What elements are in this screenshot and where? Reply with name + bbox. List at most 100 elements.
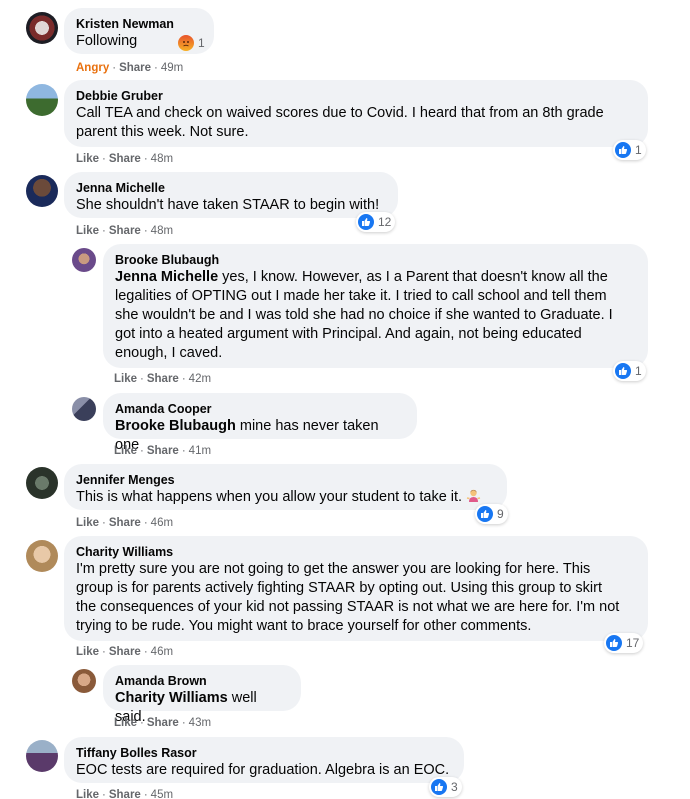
separator-dot: ·	[181, 445, 186, 457]
separator-dot: ·	[112, 62, 117, 74]
comment-bubble: Amanda Cooper Brooke Blubaugh mine has n…	[103, 393, 417, 453]
reacted-angry-button[interactable]: Angry	[76, 62, 109, 74]
comment-bubble: Amanda Brown Charity Williams well said.	[103, 665, 301, 725]
reaction-count: 1	[635, 364, 642, 378]
like-button[interactable]: Like	[76, 153, 99, 165]
like-button[interactable]: Like	[114, 373, 137, 385]
share-button[interactable]: Share	[147, 445, 179, 457]
share-button[interactable]: Share	[119, 62, 151, 74]
comment-author[interactable]: Brooke Blubaugh	[115, 252, 636, 268]
avatar[interactable]	[26, 467, 58, 499]
separator-dot: ·	[181, 373, 186, 385]
separator-dot: ·	[102, 517, 106, 529]
avatar[interactable]	[26, 540, 58, 572]
comment-text-line: the consequences of your kid not passing…	[76, 599, 620, 615]
like-button[interactable]: Like	[114, 445, 137, 457]
thumbs-up-icon	[615, 363, 631, 379]
comment-author[interactable]: Amanda Cooper	[115, 401, 405, 417]
like-button[interactable]: Like	[114, 717, 137, 729]
separator-dot: ·	[140, 445, 144, 457]
reaction-count: 17	[626, 636, 640, 650]
comment-bubble: Jenna Michelle She shouldn't have taken …	[64, 172, 398, 218]
comment-text: EOC tests are required for graduation. A…	[76, 762, 450, 778]
like-button[interactable]: Like	[76, 646, 99, 658]
comment-text-line: Jenna Michelle yes, I know. However, as …	[115, 268, 636, 287]
comment-text-line: legalities of OPTING out I made her take…	[115, 288, 607, 304]
comment-timestamp[interactable]: 46m	[151, 646, 173, 658]
comment-author[interactable]: Jennifer Menges	[76, 472, 495, 488]
share-button[interactable]: Share	[109, 646, 141, 658]
comment-timestamp[interactable]: 48m	[151, 153, 173, 165]
comment-bubble: Jennifer Menges This is what happens whe…	[64, 464, 507, 510]
mention-link[interactable]: Charity Williams	[115, 690, 228, 706]
separator-dot: ·	[102, 789, 106, 799]
reaction-count-badge[interactable]: 1	[613, 361, 646, 381]
avatar[interactable]	[26, 84, 58, 116]
reaction-count-badge[interactable]: 1	[178, 35, 205, 51]
share-button[interactable]: Share	[147, 717, 179, 729]
separator-dot: ·	[143, 646, 148, 658]
comment-author[interactable]: Charity Williams	[76, 544, 636, 560]
share-button[interactable]: Share	[109, 153, 141, 165]
like-button[interactable]: Like	[76, 517, 99, 529]
comment-actions: Like · Share · 46m	[76, 646, 173, 658]
separator-dot: ·	[140, 717, 144, 729]
mention-link[interactable]: Brooke Blubaugh	[115, 418, 236, 434]
reaction-count-badge[interactable]: 12	[356, 212, 396, 232]
comment-author[interactable]: Kristen Newman	[76, 16, 202, 32]
separator-dot: ·	[143, 517, 148, 529]
avatar[interactable]	[72, 669, 96, 693]
share-button[interactable]: Share	[109, 789, 141, 799]
comment-bubble: Charity Williams I'm pretty sure you are…	[64, 536, 648, 641]
comment-actions: Like · Share · 43m	[114, 717, 211, 729]
separator-dot: ·	[102, 153, 106, 165]
reaction-count-badge[interactable]: 17	[604, 633, 644, 653]
separator-dot: ·	[143, 153, 148, 165]
comment-actions: Like · Share · 48m	[76, 153, 173, 165]
comment-timestamp[interactable]: 46m	[151, 517, 173, 529]
comment-author[interactable]: Debbie Gruber	[76, 88, 636, 104]
share-button[interactable]: Share	[109, 225, 141, 237]
comment-text: This is what happens when you allow your…	[76, 488, 495, 507]
comment-text-line: enough, I caved.	[115, 345, 223, 361]
comment-text-line: trying to be rude. You might want to bra…	[76, 618, 532, 634]
reaction-count: 3	[451, 780, 458, 794]
comment-actions: Like · Share · 46m	[76, 517, 173, 529]
mention-link[interactable]: Jenna Michelle	[115, 269, 218, 285]
comment-timestamp[interactable]: 43m	[189, 717, 211, 729]
comment-timestamp[interactable]: 49m	[161, 62, 183, 74]
comment-actions: Like · Share · 41m	[114, 445, 211, 457]
comment-text-segment: This is what happens when you allow your…	[76, 489, 463, 505]
like-button[interactable]: Like	[76, 789, 99, 799]
comment-timestamp[interactable]: 45m	[151, 789, 173, 799]
reaction-count: 1	[198, 36, 205, 50]
reaction-count-badge[interactable]: 9	[475, 504, 508, 524]
like-button[interactable]: Like	[76, 225, 99, 237]
share-button[interactable]: Share	[109, 517, 141, 529]
comment-bubble: Brooke Blubaugh Jenna Michelle yes, I kn…	[103, 244, 648, 368]
comment-timestamp[interactable]: 48m	[151, 225, 173, 237]
separator-dot: ·	[140, 373, 144, 385]
avatar[interactable]	[26, 740, 58, 772]
reaction-count-badge[interactable]: 1	[613, 140, 646, 160]
share-button[interactable]: Share	[147, 373, 179, 385]
comment-bubble: Debbie Gruber Call TEA and check on waiv…	[64, 80, 648, 147]
comment-actions: Like · Share · 42m	[114, 373, 211, 385]
comment-text: She shouldn't have taken STAAR to begin …	[76, 197, 380, 213]
avatar[interactable]	[72, 248, 96, 272]
avatar[interactable]	[72, 397, 96, 421]
separator-dot: ·	[154, 62, 158, 74]
avatar[interactable]	[26, 12, 58, 44]
comment-text-line: she wouldn't be and I was told she had n…	[115, 307, 613, 323]
comment-timestamp[interactable]: 42m	[189, 373, 211, 385]
comment-author[interactable]: Jenna Michelle	[76, 180, 386, 196]
comment-author[interactable]: Amanda Brown	[115, 673, 289, 689]
comment-timestamp[interactable]: 41m	[189, 445, 211, 457]
comment-author[interactable]: Tiffany Bolles Rasor	[76, 745, 452, 761]
avatar[interactable]	[26, 175, 58, 207]
reaction-count-badge[interactable]: 3	[429, 777, 462, 797]
thumbs-up-icon	[431, 779, 447, 795]
comment-text-line: parent this week. Not sure.	[76, 124, 249, 140]
reaction-count: 1	[635, 143, 642, 157]
thumbs-up-icon	[615, 142, 631, 158]
